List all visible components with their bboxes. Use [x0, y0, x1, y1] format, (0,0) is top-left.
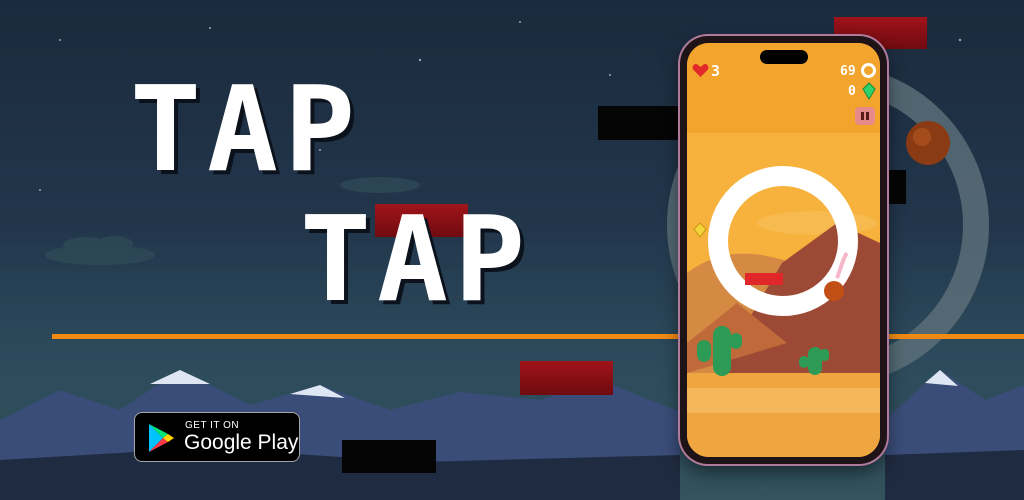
lives-count: 3 — [711, 62, 721, 80]
game-screen[interactable] — [687, 43, 880, 457]
red-block — [520, 361, 613, 395]
ring-icon — [861, 63, 876, 78]
score-value: 69 — [840, 64, 856, 79]
gem-count: 0 — [848, 84, 856, 99]
game-title-line-1: TAP — [130, 60, 362, 198]
phone-notch — [760, 50, 808, 64]
black-block — [342, 440, 436, 473]
google-play-badge[interactable]: GET IT ON Google Play — [134, 412, 300, 462]
black-block — [598, 106, 680, 140]
google-play-icon — [149, 424, 174, 452]
game-scene — [687, 43, 880, 457]
game-title-line-2: TAP — [300, 190, 532, 328]
badge-store-name: Google Play — [184, 431, 299, 454]
gem-icon — [862, 82, 876, 100]
badge-small-text: GET IT ON — [185, 420, 240, 431]
pause-button[interactable] — [855, 107, 875, 125]
heart-icon — [692, 64, 709, 77]
black-block — [888, 170, 906, 204]
